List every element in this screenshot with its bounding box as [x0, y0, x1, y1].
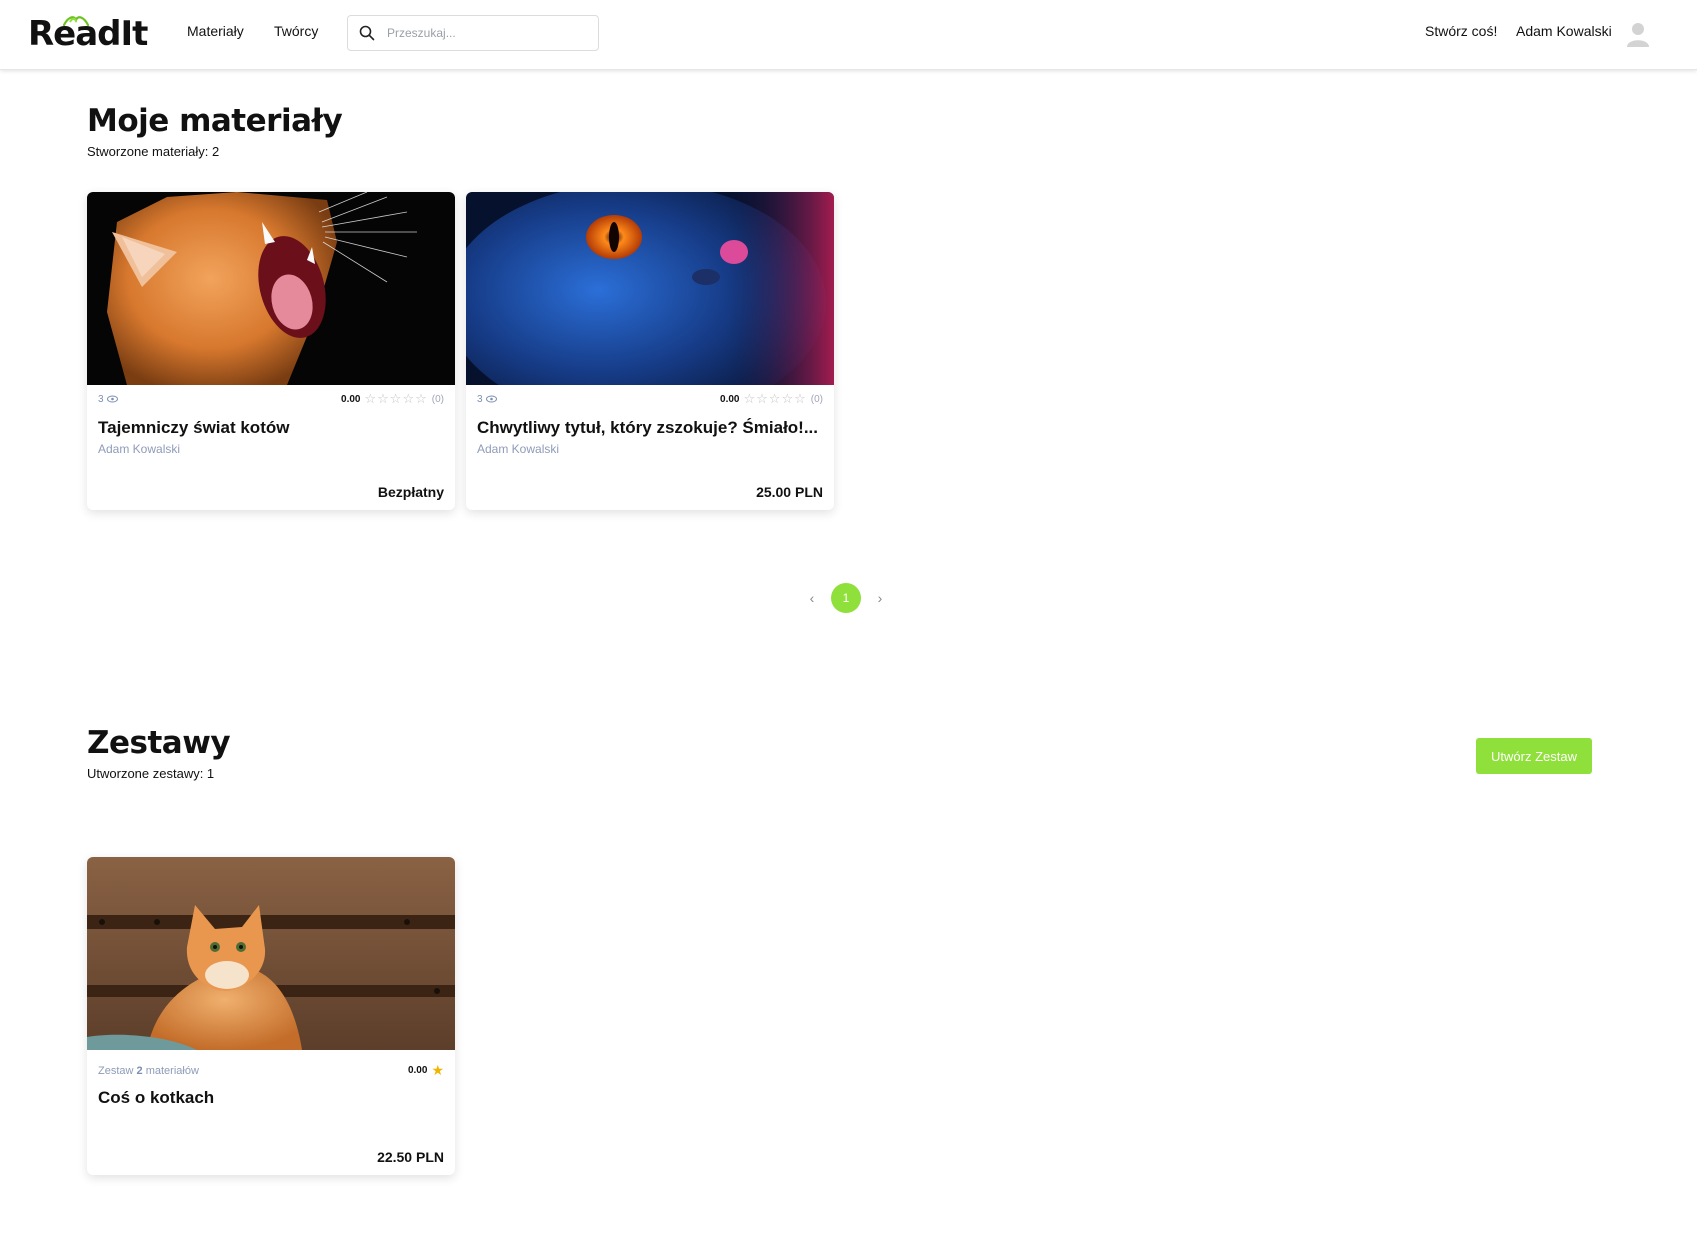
- sets-count: Utworzone zestawy: 1: [87, 766, 215, 781]
- set-card[interactable]: Zestaw 2 materiałów 0.00 ★ Coś o kotkach…: [87, 857, 455, 1175]
- eye-icon: [485, 395, 497, 403]
- set-price: 22.50 PLN: [377, 1149, 444, 1165]
- search-input[interactable]: [387, 26, 587, 40]
- set-meta: Zestaw 2 materiałów 0.00 ★: [98, 1062, 444, 1079]
- material-title[interactable]: Chwytliwy tytuł, który zszokuje? Śmiało!…: [477, 418, 823, 438]
- material-price: 25.00 PLN: [756, 484, 823, 500]
- search-box[interactable]: [347, 15, 599, 51]
- star-rating-icon: ☆☆☆☆☆: [364, 391, 428, 406]
- avatar-icon[interactable]: [1626, 21, 1650, 47]
- material-card[interactable]: 3 0.00 ☆☆☆☆☆ (0) Chwytliwy tytuł, który …: [466, 192, 834, 510]
- materials-count: Stworzone materiały: 2: [87, 144, 220, 159]
- rating: 0.00 ☆☆☆☆☆ (0): [341, 391, 444, 406]
- set-image: [87, 857, 455, 1050]
- material-title[interactable]: Tajemniczy świat kotów: [98, 418, 444, 438]
- views-counter: 3: [98, 394, 118, 405]
- set-material-count: Zestaw 2 materiałów: [98, 1064, 199, 1077]
- material-meta: 3 0.00 ☆☆☆☆☆ (0): [98, 391, 444, 406]
- material-price: Bezpłatny: [377, 484, 444, 500]
- star-rating-icon: ☆☆☆☆☆: [743, 391, 807, 406]
- material-card[interactable]: 3 0.00 ☆☆☆☆☆ (0) Tajemniczy świat kotów …: [87, 192, 455, 510]
- nav-link-creators[interactable]: Twórcy: [274, 23, 318, 39]
- materials-title: Moje materiały: [87, 103, 343, 139]
- material-author[interactable]: Adam Kowalski: [98, 442, 180, 456]
- search-icon: [359, 25, 375, 41]
- pagination-prev-icon[interactable]: ‹: [797, 583, 827, 613]
- set-title[interactable]: Coś o kotkach: [98, 1088, 444, 1108]
- nav-link-materials[interactable]: Materiały: [187, 23, 244, 39]
- user-name-link[interactable]: Adam Kowalski: [1516, 23, 1612, 39]
- pagination-page-1[interactable]: 1: [831, 583, 861, 613]
- star-icon: ★: [431, 1062, 444, 1078]
- pagination-next-icon[interactable]: ›: [865, 583, 895, 613]
- views-counter: 3: [477, 394, 497, 405]
- material-author[interactable]: Adam Kowalski: [477, 442, 559, 456]
- readit-logo[interactable]: ReadIt: [28, 12, 148, 56]
- leaf-icon: [62, 16, 90, 26]
- create-something-link[interactable]: Stwórz coś!: [1425, 23, 1497, 39]
- set-rating: 0.00 ★: [407, 1062, 444, 1078]
- navbar: ReadIt Materiały Twórcy Stwórz coś! Adam…: [0, 0, 1697, 70]
- material-meta: 3 0.00 ☆☆☆☆☆ (0): [477, 391, 823, 406]
- pagination: ‹ 1 ›: [797, 583, 895, 613]
- material-image: [466, 192, 834, 385]
- eye-icon: [106, 395, 118, 403]
- create-set-button[interactable]: Utwórz Zestaw: [1476, 738, 1592, 774]
- rating: 0.00 ☆☆☆☆☆ (0): [720, 391, 823, 406]
- sets-title: Zestawy: [87, 725, 231, 761]
- material-image: [87, 192, 455, 385]
